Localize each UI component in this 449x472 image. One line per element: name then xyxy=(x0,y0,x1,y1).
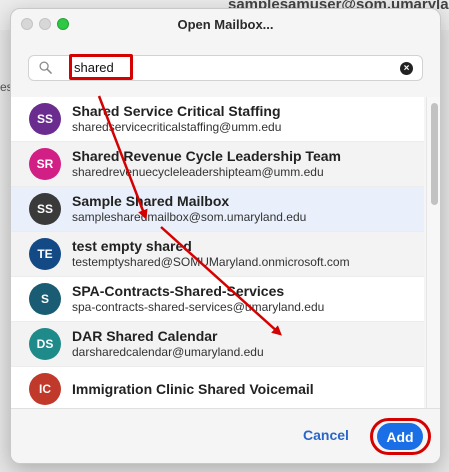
mailbox-row[interactable]: SS Shared Service Critical Staffing shared… xyxy=(11,97,424,142)
search-icon xyxy=(39,61,52,74)
mailbox-name: Shared Service Critical Staffing xyxy=(72,103,281,119)
mailbox-row[interactable]: SS Sample Shared Mailbox samplesharedmailb… xyxy=(11,187,424,232)
mailbox-email: spa-contracts-shared-services@umaryland.… xyxy=(72,300,325,314)
mailbox-row[interactable]: SR Shared Revenue Cycle Leadership Team sh… xyxy=(11,142,424,187)
mailbox-row-text: Shared Revenue Cycle Leadership Team shar… xyxy=(72,148,341,180)
mailbox-row-text: Immigration Clinic Shared Voicemail xyxy=(72,381,314,398)
avatar: SS xyxy=(29,193,61,225)
add-annotation-circle xyxy=(370,418,431,455)
mailbox-row-text: SPA-Contracts-Shared-Services spa-contrac… xyxy=(72,283,324,315)
mailbox-row[interactable]: DS DAR Shared Calendar darsharedcalendar@u… xyxy=(11,322,424,367)
title-bar: Open Mailbox... xyxy=(11,9,440,39)
avatar: SS xyxy=(29,103,61,135)
mailbox-row-text: DAR Shared Calendar darsharedcalendar@uma… xyxy=(72,328,264,360)
mailbox-email: sharedservicecriticalstaffing@umm.edu xyxy=(72,120,282,134)
scroll-thumb[interactable] xyxy=(431,103,438,205)
mailbox-name: Shared Revenue Cycle Leadership Team xyxy=(72,148,341,164)
mailbox-row[interactable]: S SPA-Contracts-Shared-Services spa-contra… xyxy=(11,277,424,322)
mailbox-row-text: Shared Service Critical Staffing sharedse… xyxy=(72,103,281,135)
mailbox-list[interactable]: SS Shared Service Critical Staffing shared… xyxy=(11,97,424,408)
cancel-button[interactable]: Cancel xyxy=(303,427,349,443)
mailbox-name: test empty shared xyxy=(72,238,192,254)
mailbox-email: testemptyshared@SOMUMaryland.onmicrosoft… xyxy=(72,255,350,269)
mailbox-row[interactable]: TE test empty shared testemptyshared@SOMUM… xyxy=(11,232,424,277)
avatar: S xyxy=(29,283,61,315)
list-scrollbar[interactable] xyxy=(426,97,440,408)
mailbox-email: samplesharedmailbox@som.umaryland.edu xyxy=(72,210,307,224)
dialog-title: Open Mailbox... xyxy=(177,16,274,32)
window-controls xyxy=(21,18,69,30)
mailbox-row[interactable]: IC Immigration Clinic Shared Voicemail xyxy=(11,367,424,408)
minimize-window-button[interactable] xyxy=(39,18,51,30)
avatar: TE xyxy=(29,238,61,270)
open-mailbox-dialog: Open Mailbox... × SS Shared Service Criti… xyxy=(10,8,441,464)
mailbox-row-text: Sample Shared Mailbox samplesharedmailbox… xyxy=(72,193,306,225)
avatar: IC xyxy=(29,373,61,405)
clear-icon[interactable]: × xyxy=(400,62,413,75)
mailbox-name: Sample Shared Mailbox xyxy=(72,193,230,209)
mailbox-name: Immigration Clinic Shared Voicemail xyxy=(72,380,314,397)
mailbox-name: SPA-Contracts-Shared-Services xyxy=(72,283,285,299)
search-field[interactable]: × xyxy=(28,54,423,81)
zoom-window-button[interactable] xyxy=(57,18,69,30)
search-input[interactable] xyxy=(74,57,126,77)
mailbox-name: DAR Shared Calendar xyxy=(72,328,218,344)
avatar: SR xyxy=(29,148,61,180)
dialog-footer: Cancel Add xyxy=(11,408,440,463)
close-window-button[interactable] xyxy=(21,18,33,30)
avatar: DS xyxy=(29,328,61,360)
mailbox-email: darsharedcalendar@umaryland.edu xyxy=(72,345,264,359)
mailbox-row-text: test empty shared testemptyshared@SOMUMar… xyxy=(72,238,350,270)
mailbox-email: sharedrevenuecycleleadershipteam@umm.edu xyxy=(72,165,324,179)
